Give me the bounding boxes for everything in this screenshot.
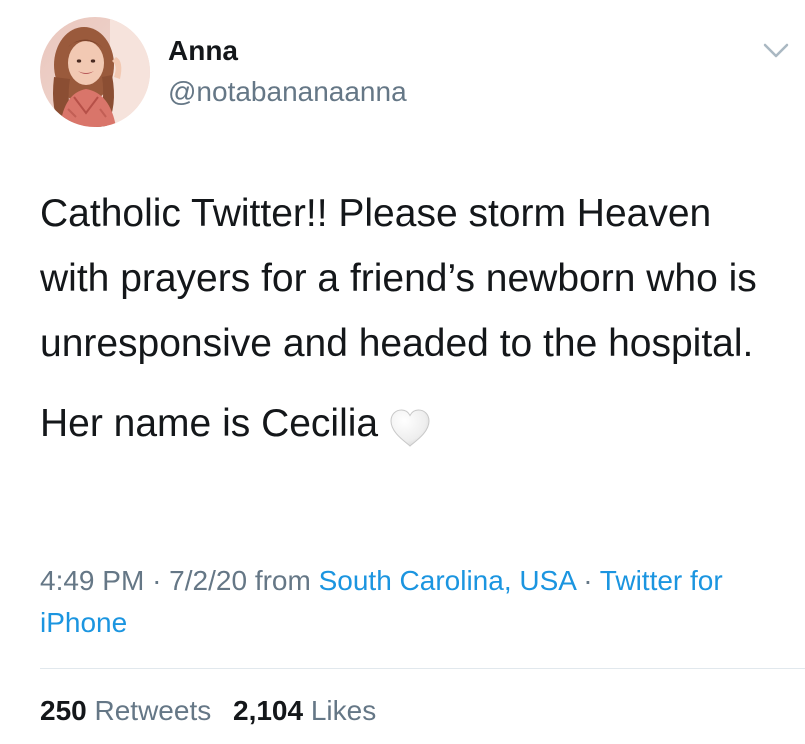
tweet-paragraph-text: Her name is Cecilia <box>40 402 379 445</box>
user-handle[interactable]: @notabananaanna <box>168 75 407 109</box>
avatar[interactable] <box>40 17 150 127</box>
tweet-text: Catholic Twitter!! Please storm Heaven w… <box>40 181 790 456</box>
likes-count: 2,104 <box>233 695 304 726</box>
meta-separator: · <box>152 565 162 596</box>
retweets-stat[interactable]: 250 Retweets <box>40 695 211 726</box>
meta-separator: · <box>583 565 593 596</box>
likes-stat[interactable]: 2,104 Likes <box>233 695 376 726</box>
likes-label: Likes <box>310 695 377 726</box>
profile-photo <box>40 17 150 127</box>
location-link[interactable]: South Carolina, USA <box>319 565 576 596</box>
tweet-paragraph: Catholic Twitter!! Please storm Heaven w… <box>40 192 757 365</box>
chevron-down-icon[interactable] <box>763 42 789 60</box>
tweet-paragraph: Her name is Cecilia <box>40 391 790 456</box>
tweet-stats: 250 Retweets 2,104 Likes <box>40 693 376 729</box>
retweets-label: Retweets <box>94 695 212 726</box>
from-label: from <box>254 565 311 596</box>
tweet-time[interactable]: 4:49 PM <box>40 565 144 596</box>
display-name[interactable]: Anna <box>168 34 238 68</box>
white-heart-icon <box>388 403 432 447</box>
retweets-count: 250 <box>40 695 87 726</box>
divider <box>40 668 805 669</box>
tweet-meta: 4:49 PM · 7/2/20 from South Carolina, US… <box>40 560 795 644</box>
tweet-date[interactable]: 7/2/20 <box>169 565 247 596</box>
